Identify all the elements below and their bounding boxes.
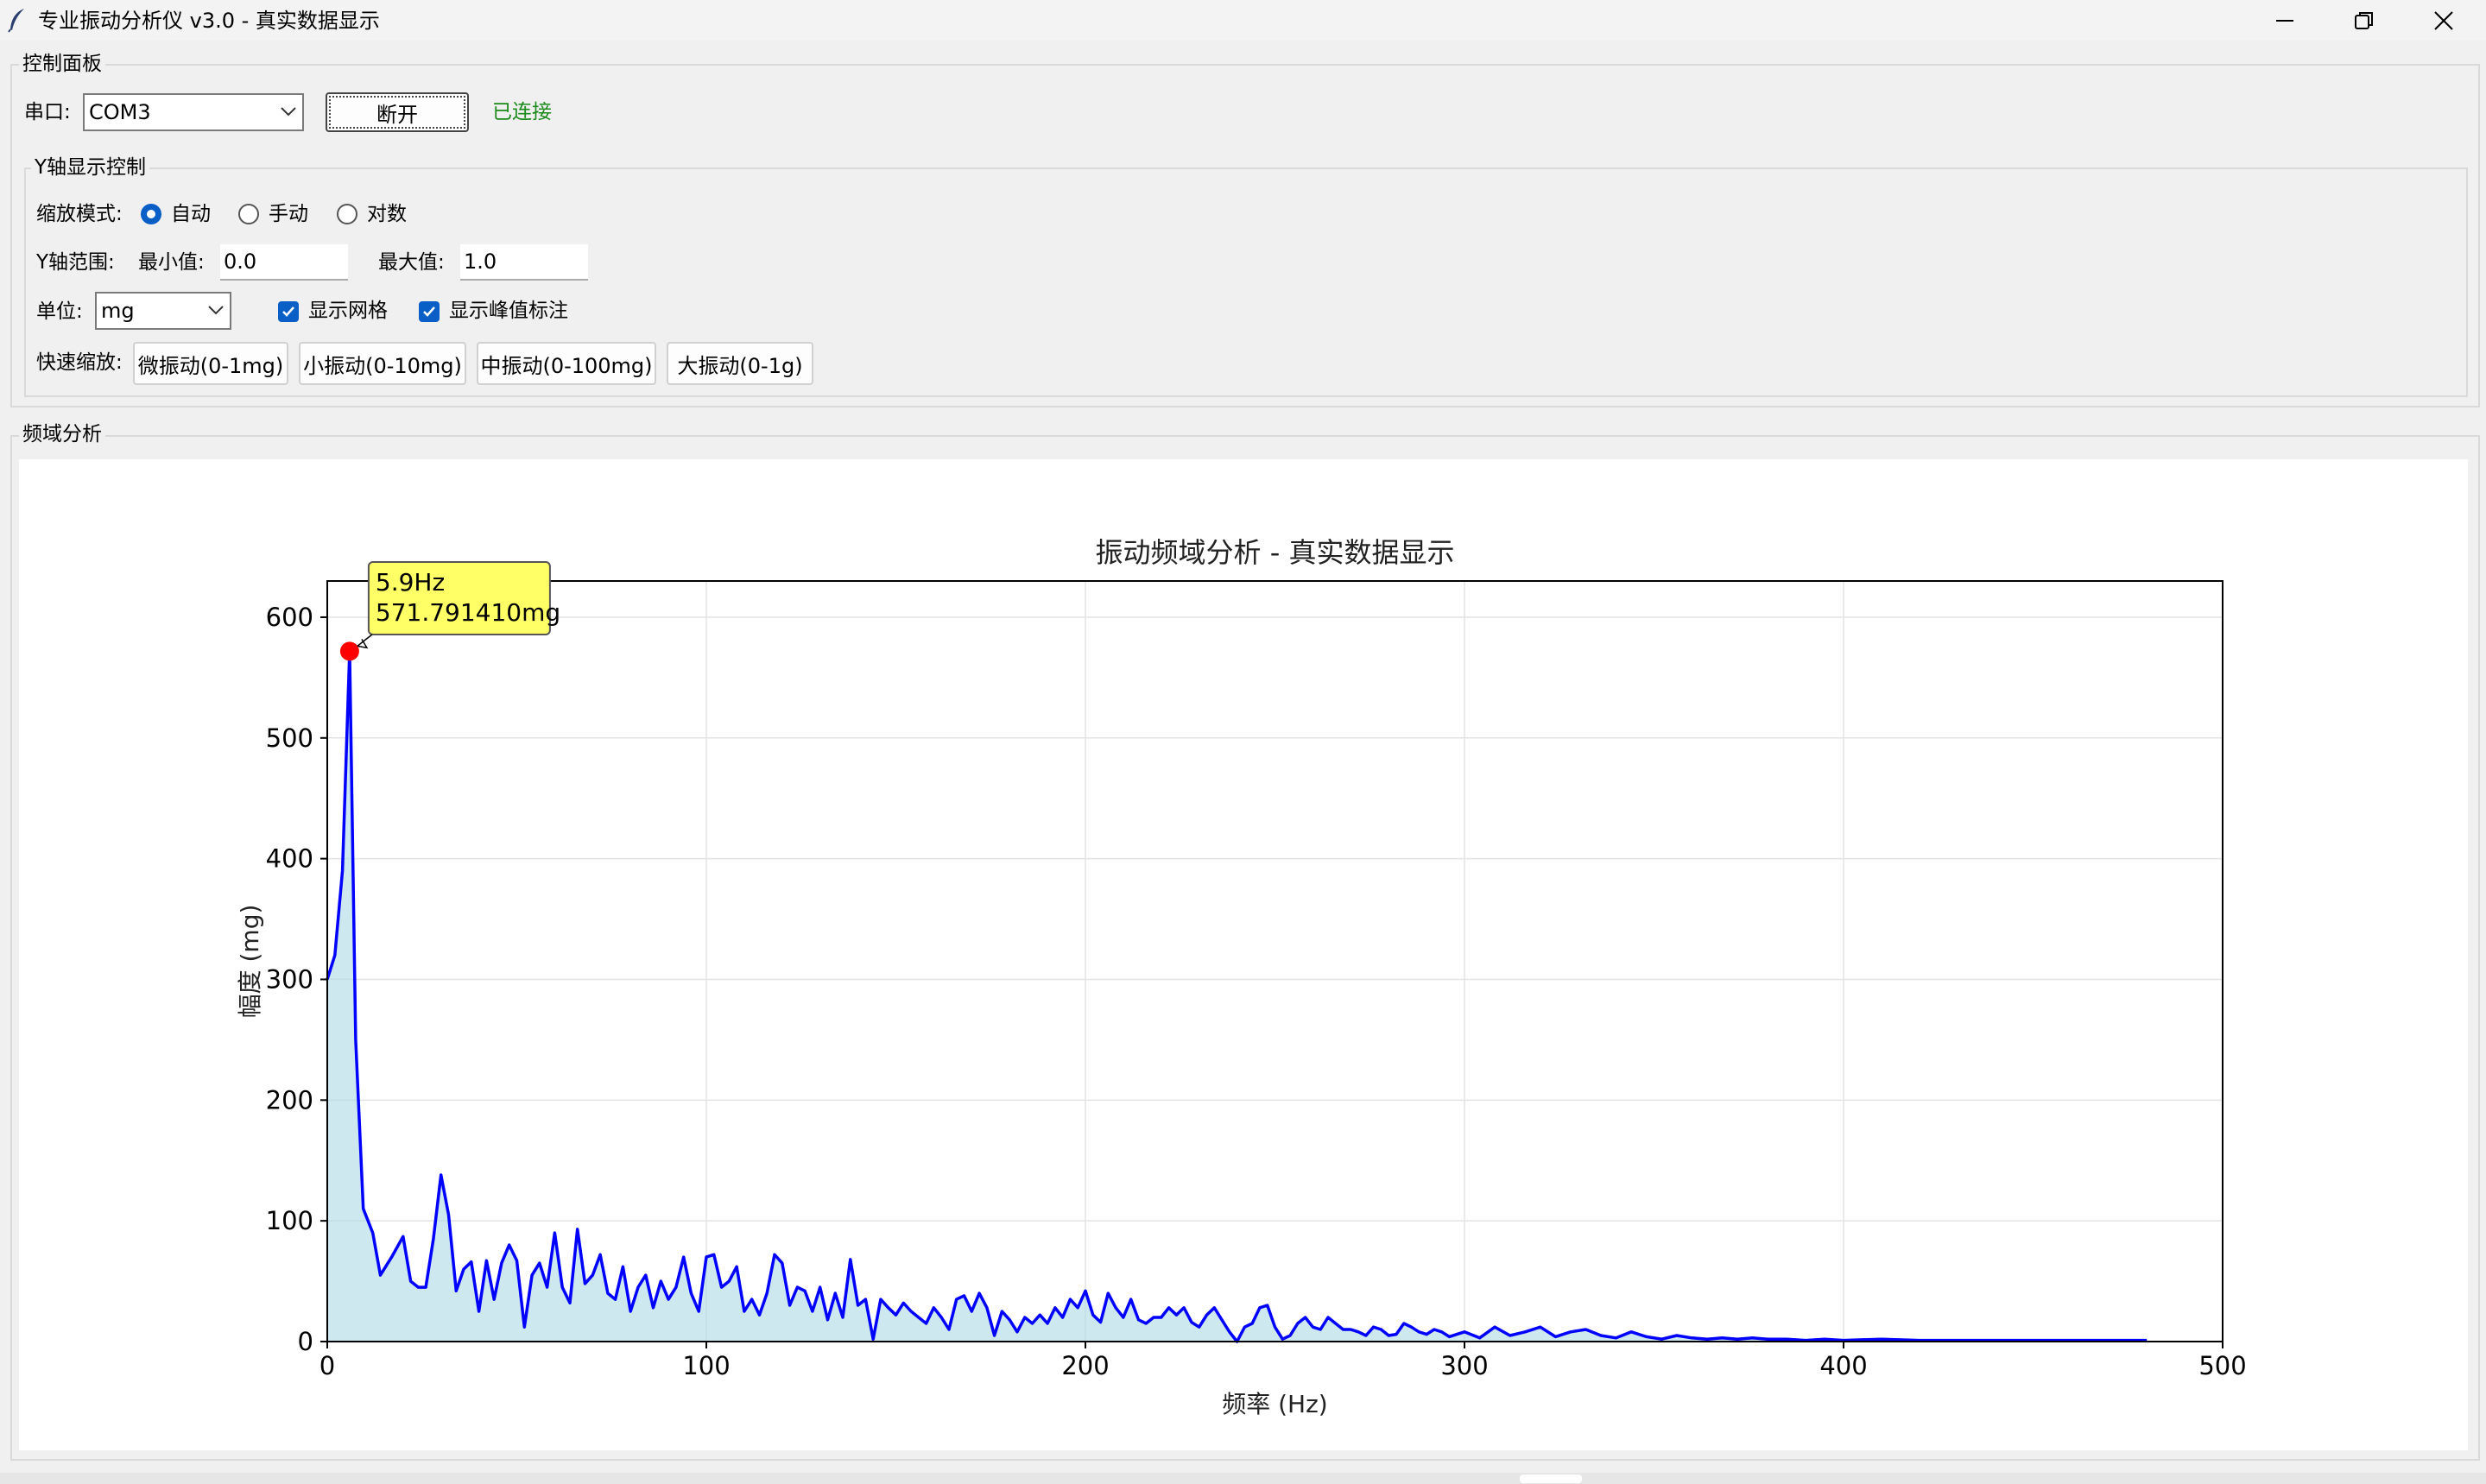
- peak-marker: [339, 641, 359, 661]
- y-tick-label: 100: [266, 1206, 313, 1235]
- restore-button[interactable]: [2325, 0, 2404, 41]
- minimize-icon: [2276, 19, 2293, 22]
- port-value: COM3: [89, 100, 151, 124]
- radio-manual-label[interactable]: 手动: [269, 201, 308, 227]
- show-peak-checkbox[interactable]: [419, 301, 440, 322]
- plot-frame: [326, 580, 2223, 1342]
- radio-log[interactable]: [337, 204, 357, 224]
- x-tick-label: 200: [1061, 1351, 1109, 1380]
- peak-label-freq: 5.9Hz: [376, 568, 445, 597]
- control-panel-title: 控制面板: [19, 52, 105, 76]
- chevron-down-icon: [281, 107, 296, 117]
- zoom-medium-button[interactable]: 中振动(0-100mg): [477, 342, 656, 385]
- min-label: 最小值:: [138, 251, 205, 274]
- plot-panel[interactable]: 0 100 200 300 400 500 0 100 200 300 400 500 600 振动频域…: [19, 459, 2468, 1450]
- peak-label-amp: 571.791410mg: [376, 598, 560, 627]
- radio-manual[interactable]: [238, 204, 259, 224]
- y-tick-label: 400: [266, 844, 313, 874]
- y-tick-label: 600: [266, 603, 313, 632]
- window-title: 专业振动分析仪 v3.0 - 真实数据显示: [38, 9, 380, 33]
- chart-title: 振动频域分析 - 真实数据显示: [1096, 536, 1455, 569]
- y-axis-control-title: Y轴显示控制: [31, 155, 150, 180]
- horizontal-scrollbar[interactable]: [0, 1473, 2486, 1484]
- x-tick-label: 0: [319, 1351, 335, 1380]
- y-tick-label: 300: [266, 964, 313, 994]
- x-tick-label: 500: [2198, 1351, 2246, 1380]
- y-axis-label: 幅度 (mg): [236, 905, 264, 1019]
- restore-icon: [2355, 11, 2373, 29]
- x-tick-label: 300: [1440, 1351, 1488, 1380]
- chevron-down-icon: [208, 306, 224, 315]
- quick-zoom-label: 快速缩放:: [36, 351, 123, 374]
- close-icon: [2434, 10, 2453, 30]
- show-grid-label[interactable]: 显示网格: [308, 298, 388, 324]
- frequency-analysis-title: 频域分析: [19, 422, 105, 446]
- unit-combobox[interactable]: mg: [95, 292, 231, 330]
- connection-status: 已连接: [492, 101, 552, 123]
- show-grid-checkbox[interactable]: [278, 301, 299, 322]
- unit-label: 单位:: [36, 300, 83, 323]
- min-value-input[interactable]: [220, 244, 348, 281]
- zoom-small-button[interactable]: 小振动(0-10mg): [299, 342, 466, 385]
- x-tick-label: 400: [1819, 1351, 1867, 1380]
- scrollbar-thumb[interactable]: [1520, 1475, 1582, 1483]
- max-label: 最大值:: [378, 251, 445, 274]
- y-range-label: Y轴范围:: [36, 251, 115, 274]
- x-tick-label: 100: [682, 1351, 730, 1380]
- y-tick-label: 500: [266, 723, 313, 753]
- spectrum-line: [326, 649, 2148, 1343]
- checkmark-icon: [282, 306, 294, 317]
- x-axis-label: 频率 (Hz): [1222, 1390, 1328, 1418]
- frequency-chart[interactable]: 0 100 200 300 400 500 0 100 200 300 400 500 600 振动频域…: [19, 459, 2468, 1450]
- radio-auto[interactable]: [141, 204, 161, 224]
- port-label: 串口:: [24, 101, 71, 123]
- port-combobox[interactable]: COM3: [83, 93, 304, 131]
- minimize-button[interactable]: [2245, 0, 2325, 41]
- scale-mode-label: 缩放模式:: [36, 203, 123, 225]
- feather-icon: [8, 9, 24, 33]
- radio-auto-label[interactable]: 自动: [171, 201, 211, 227]
- max-value-input[interactable]: [460, 244, 588, 281]
- spectrum-area: [327, 651, 2148, 1342]
- show-peak-label[interactable]: 显示峰值标注: [449, 298, 568, 324]
- zoom-large-button[interactable]: 大振动(0-1g): [667, 342, 813, 385]
- title-bar: 专业振动分析仪 v3.0 - 真实数据显示: [0, 0, 2486, 41]
- y-tick-label: 200: [266, 1085, 313, 1115]
- zoom-micro-button[interactable]: 微振动(0-1mg): [133, 342, 288, 385]
- close-button[interactable]: [2404, 0, 2483, 41]
- radio-log-label[interactable]: 对数: [367, 201, 407, 227]
- checkmark-icon: [423, 306, 435, 317]
- disconnect-button[interactable]: 断开: [326, 92, 469, 132]
- y-tick-label: 0: [298, 1327, 313, 1356]
- unit-value: mg: [101, 299, 135, 323]
